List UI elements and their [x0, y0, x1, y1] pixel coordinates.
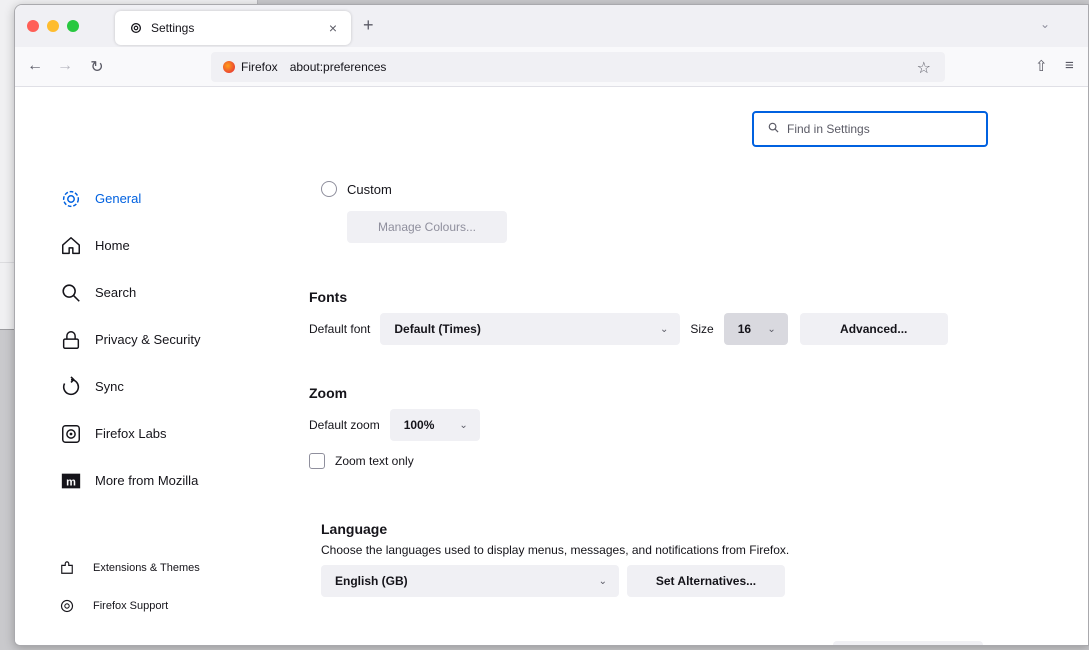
- new-tab-button[interactable]: +: [363, 15, 374, 36]
- chevron-down-icon: ⌄: [767, 323, 776, 335]
- account-icon[interactable]: ⇧: [1035, 57, 1048, 75]
- svg-text:m: m: [66, 476, 76, 488]
- custom-colours-radio[interactable]: [321, 181, 337, 197]
- help-icon: [59, 598, 75, 614]
- list-all-tabs-button[interactable]: ⌄: [1040, 17, 1050, 31]
- sidebar-item-sync[interactable]: Sync: [59, 363, 279, 410]
- language-description: Choose the languages used to display men…: [321, 543, 790, 557]
- preferences-page: General Home Search Privacy & Security: [15, 87, 1088, 645]
- firefox-support-link[interactable]: Firefox Support: [59, 587, 200, 625]
- gear-icon: [129, 21, 143, 35]
- set-alternatives-button[interactable]: Set Alternatives...: [627, 565, 785, 597]
- menu-icon[interactable]: ≡: [1065, 57, 1074, 74]
- navigation-toolbar: ← → ↻ Firefox about:preferences ☆ ⇧ ≡: [15, 47, 1088, 87]
- font-size-value: 16: [737, 322, 752, 336]
- sidebar-item-privacy[interactable]: Privacy & Security: [59, 316, 279, 363]
- sidebar-item-label: Sync: [95, 379, 124, 394]
- zoom-text-only-label: Zoom text only: [335, 454, 414, 468]
- zoom-heading: Zoom: [309, 385, 348, 401]
- home-icon: [59, 234, 83, 258]
- back-button[interactable]: ←: [25, 57, 45, 75]
- language-heading: Language: [321, 521, 388, 537]
- search-icon: [59, 281, 83, 305]
- search-settings-field[interactable]: [752, 111, 988, 147]
- chevron-down-icon: ⌄: [598, 575, 607, 587]
- extensions-themes-label: Extensions & Themes: [93, 562, 200, 574]
- language-row: English (GB) ⌄ Set Alternatives...: [321, 565, 1009, 597]
- address-bar[interactable]: Firefox about:preferences ☆: [211, 52, 945, 82]
- default-font-value: Default (Times): [394, 322, 481, 336]
- firefox-logo-icon: [223, 61, 235, 73]
- sidebar-item-label: Privacy & Security: [95, 332, 201, 347]
- identity-label: Firefox: [241, 60, 278, 74]
- fonts-heading: Fonts: [309, 289, 348, 305]
- sidebar-item-search[interactable]: Search: [59, 269, 279, 316]
- gear-icon: [59, 187, 83, 211]
- size-label: Size: [690, 322, 714, 336]
- zoom-text-only-option[interactable]: Zoom text only: [309, 453, 1009, 469]
- custom-colours-label: Custom: [347, 181, 392, 197]
- reload-button[interactable]: ↻: [87, 57, 107, 77]
- fonts-row: Default font Default (Times) ⌄ Size 16 ⌄…: [309, 313, 1009, 345]
- search-icon: [768, 122, 779, 136]
- browser-window: Settings × + ⌄ ← → ↻ Firefox about:prefe…: [14, 4, 1089, 646]
- tab-title: Settings: [151, 21, 195, 35]
- zoom-text-only-checkbox[interactable]: [309, 453, 325, 469]
- default-zoom-label: Default zoom: [309, 418, 380, 432]
- manage-colours-button[interactable]: Manage Colours...: [347, 211, 507, 243]
- language-value: English (GB): [335, 574, 408, 588]
- chevron-down-icon: ⌄: [459, 419, 468, 431]
- sidebar-item-label: General: [95, 191, 142, 206]
- labs-icon: [59, 422, 83, 446]
- sidebar-item-general[interactable]: General: [59, 175, 279, 222]
- settings-main: Custom Manage Colours... Fonts Default f…: [309, 177, 1009, 597]
- category-sidebar: General Home Search Privacy & Security S…: [59, 175, 279, 504]
- close-window-button[interactable]: [27, 20, 39, 32]
- sidebar-item-label: Search: [95, 285, 137, 300]
- cut-off-row: [321, 644, 921, 645]
- minimize-window-button[interactable]: [47, 20, 59, 32]
- url-text[interactable]: about:preferences: [290, 60, 387, 74]
- maximize-window-button[interactable]: [67, 20, 79, 32]
- tab-settings[interactable]: Settings ×: [115, 11, 351, 45]
- default-zoom-value: 100%: [403, 418, 435, 432]
- tab-strip: Settings × + ⌄: [15, 5, 1088, 47]
- sidebar-item-label: Home: [95, 238, 130, 253]
- custom-colours-option[interactable]: Custom: [321, 177, 1009, 201]
- zoom-row: Default zoom 100% ⌄: [309, 409, 1009, 441]
- sync-icon: [59, 375, 83, 399]
- sidebar-item-home[interactable]: Home: [59, 222, 279, 269]
- chevron-down-icon: ⌄: [659, 323, 669, 335]
- tab-close-button[interactable]: ×: [329, 20, 337, 36]
- sidebar-item-more-from-mozilla[interactable]: m More from Mozilla: [59, 457, 279, 504]
- default-zoom-select[interactable]: 100% ⌄: [389, 409, 480, 441]
- lock-icon: [59, 328, 83, 352]
- default-font-label: Default font: [309, 322, 371, 336]
- sidebar-footer: Extensions & Themes Firefox Support: [59, 549, 200, 625]
- cut-off-button: [833, 641, 983, 645]
- bookmark-star-icon[interactable]: ☆: [917, 58, 931, 78]
- window-controls: [27, 20, 79, 32]
- sidebar-item-label: Firefox Labs: [95, 426, 167, 441]
- default-font-select[interactable]: Default (Times) ⌄: [380, 313, 681, 345]
- forward-button[interactable]: →: [55, 57, 75, 75]
- search-settings-input[interactable]: [787, 122, 967, 136]
- puzzle-icon: [59, 560, 75, 576]
- fonts-advanced-button[interactable]: Advanced...: [799, 313, 948, 345]
- firefox-support-label: Firefox Support: [93, 600, 169, 612]
- font-size-select[interactable]: 16 ⌄: [723, 313, 788, 345]
- language-select[interactable]: English (GB) ⌄: [321, 565, 619, 597]
- sidebar-item-firefox-labs[interactable]: Firefox Labs: [59, 410, 279, 457]
- extensions-themes-link[interactable]: Extensions & Themes: [59, 549, 200, 587]
- mozilla-icon: m: [59, 469, 83, 493]
- sidebar-item-label: More from Mozilla: [95, 473, 199, 488]
